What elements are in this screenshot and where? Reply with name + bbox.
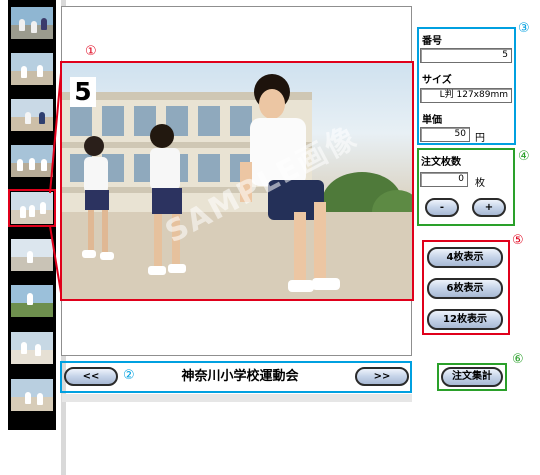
quantity-plus-button[interactable]: + — [472, 198, 506, 217]
quantity-input[interactable]: 0 — [420, 172, 468, 187]
size-value-field: L判 127x89mm — [420, 88, 512, 103]
view-6-button[interactable]: 6枚表示 — [427, 278, 503, 299]
price-value-field: 50 — [420, 127, 470, 142]
price-label: 単価 — [422, 115, 442, 126]
quantity-unit-label: 枚 — [475, 178, 485, 189]
marker-photo: ① — [85, 44, 97, 59]
size-label: サイズ — [422, 75, 452, 86]
view-4-button[interactable]: 4枚表示 — [427, 247, 503, 268]
price-unit-label: 円 — [475, 133, 485, 144]
marker-info: ③ — [518, 21, 530, 36]
bottom-scrollbar[interactable] — [62, 394, 412, 402]
quantity-minus-button[interactable]: - — [425, 198, 459, 217]
quantity-label: 注文枚数 — [421, 157, 461, 168]
prev-page-button[interactable]: << — [64, 367, 118, 386]
number-label: 番号 — [422, 36, 442, 47]
next-page-button[interactable]: >> — [355, 367, 409, 386]
order-summary-button[interactable]: 注文集計 — [441, 367, 503, 387]
marker-order: ⑥ — [512, 352, 524, 367]
view-12-button[interactable]: 12枚表示 — [427, 309, 503, 330]
photo-number-label: 5 — [70, 77, 96, 107]
album-title: 神奈川小学校運動会 — [181, 369, 299, 384]
number-value-field: 5 — [420, 48, 512, 63]
marker-quantity: ④ — [518, 149, 530, 164]
marker-view: ⑤ — [512, 233, 524, 248]
